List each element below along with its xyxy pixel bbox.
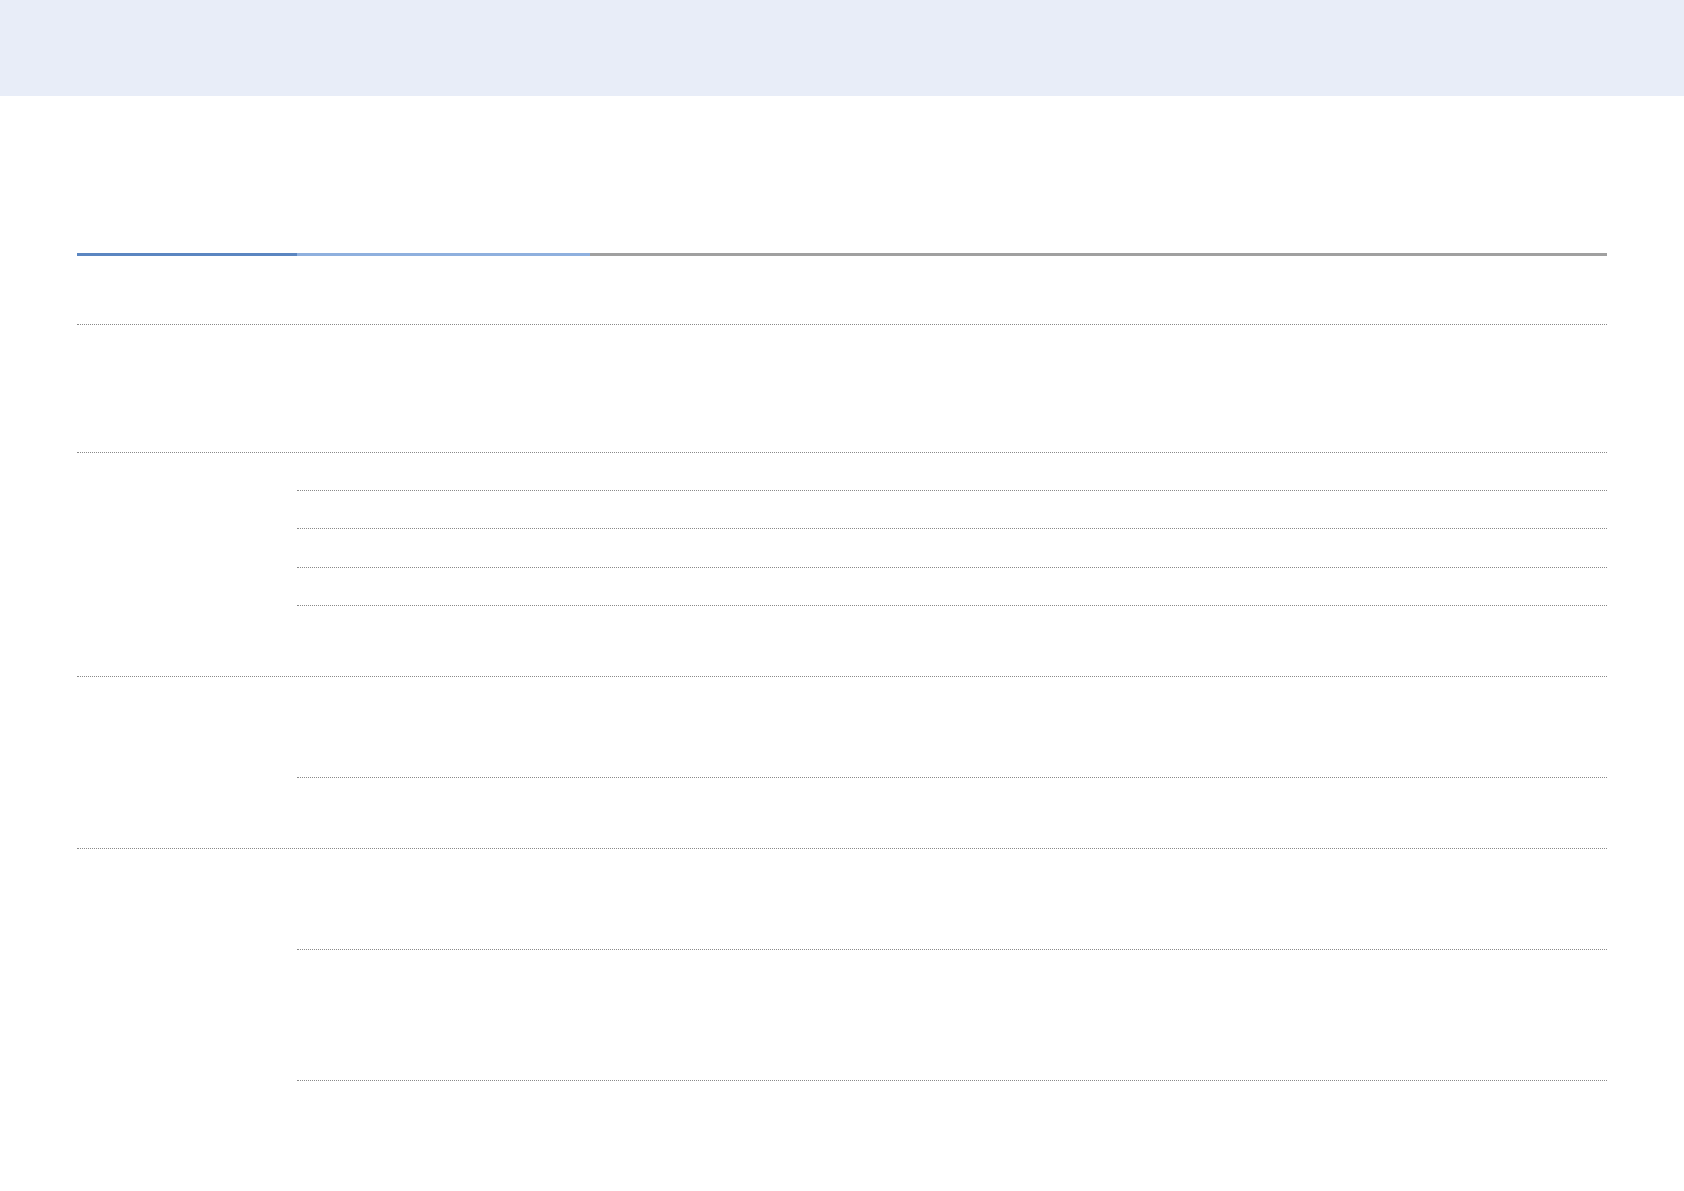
- row-divider: [77, 452, 1607, 453]
- row-divider: [77, 848, 1607, 849]
- sub-row-divider: [297, 528, 1607, 529]
- row-divider: [77, 676, 1607, 677]
- sub-row-divider: [297, 567, 1607, 568]
- sub-row-divider: [297, 777, 1607, 778]
- header-rule-accent-secondary: [297, 253, 590, 256]
- header-rule-accent-primary: [77, 253, 297, 256]
- sub-row-divider: [297, 1080, 1607, 1081]
- sub-row-divider: [297, 949, 1607, 950]
- table-header-rule: [77, 253, 1607, 256]
- top-header-band: [0, 0, 1684, 96]
- sub-row-divider: [297, 605, 1607, 606]
- row-divider: [77, 324, 1607, 325]
- sub-row-divider: [297, 490, 1607, 491]
- header-rule-gray: [590, 253, 1607, 256]
